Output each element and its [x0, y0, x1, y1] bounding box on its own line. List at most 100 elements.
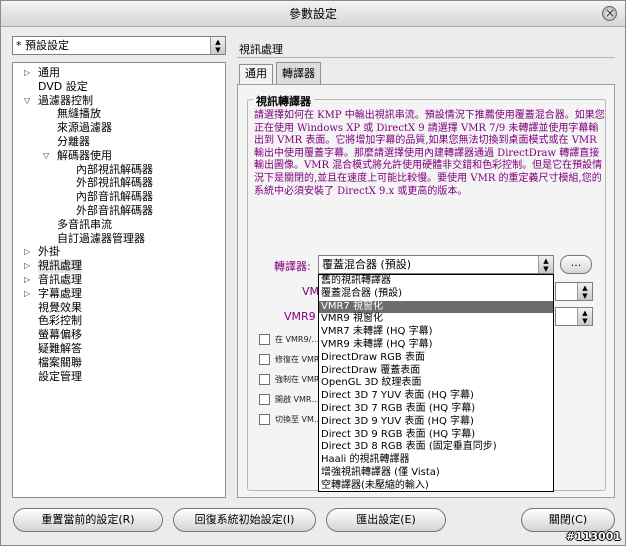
window-title: 參數設定 [288, 7, 337, 21]
tree-item[interactable]: 多音訊串流 [57, 218, 112, 232]
tree-item-label: 多音訊串流 [57, 217, 112, 231]
tree-item-label: 過濾器控制 [38, 93, 93, 107]
updown-arrow-icon[interactable]: ▲ ▼ [538, 256, 553, 273]
renderer-description: 請選擇如何在 KMP 中輸出視訊串流。預設情況下推薦使用覆蓋混合器。如果您正在使… [254, 110, 605, 197]
tree-item[interactable]: 疑難解答 [38, 342, 82, 356]
tab-renderer-label: 轉譯器 [282, 67, 315, 80]
updown-arrow-icon[interactable]: ▲ ▼ [577, 308, 592, 325]
close-button[interactable]: 關閉(C) [521, 508, 615, 532]
tree-item-label: 解碼器使用 [57, 148, 112, 162]
dropdown-option[interactable]: 覆蓋混合器 (預設) [319, 288, 553, 301]
tree-item-label: DVD 設定 [38, 79, 88, 93]
tree-item[interactable]: 內部視訊解碼器 [76, 163, 153, 177]
tree-item-label: 螢幕偏移 [38, 328, 82, 342]
tree-item[interactable]: 分離器 [57, 135, 90, 149]
profile-select-value: * 預設設定 [16, 39, 69, 52]
dropdown-option[interactable]: Direct 3D 7 RGB 表面 (HQ 字幕) [319, 403, 553, 416]
expanded-icon[interactable]: ▽ [43, 149, 53, 163]
divider [237, 57, 615, 58]
dropdown-option[interactable]: Direct 3D 9 RGB 表面 (HQ 字幕) [319, 429, 553, 442]
tree-item-label: 視覺效果 [38, 300, 82, 314]
dropdown-option[interactable]: 增強視訊轉譯器 (僅 Vista) [319, 467, 553, 480]
option-checkbox[interactable] [259, 354, 270, 365]
tree-item-label: 色彩控制 [38, 314, 82, 328]
tab-renderer[interactable]: 轉譯器 [276, 62, 321, 84]
dropdown-option[interactable]: VMR9 未轉譯 (HQ 字幕) [319, 339, 553, 352]
dropdown-option[interactable]: Direct 3D 8 RGB 表面 (固定垂直同步) [319, 441, 553, 454]
watermark: #113001 [565, 530, 621, 543]
tab-general[interactable]: 通用 [239, 64, 273, 84]
tree-item-label: 通用 [38, 66, 60, 79]
tree-item-label: 疑難解答 [38, 342, 82, 355]
restore-defaults-button[interactable]: 回復系統初始設定(I) [173, 508, 316, 532]
collapsed-icon[interactable]: ▷ [24, 66, 34, 80]
tree-item-label: 無縫播放 [57, 107, 101, 121]
vmr9-select[interactable]: ▲ ▼ [555, 307, 593, 326]
option-label: 在 VMR9/… [275, 335, 320, 344]
collapsed-icon[interactable]: ▷ [24, 273, 34, 287]
collapsed-icon[interactable]: ▷ [24, 259, 34, 273]
close-icon[interactable] [602, 0, 617, 26]
reset-settings-button[interactable]: 重置當前的設定(R) [13, 508, 163, 532]
tree-item[interactable]: 色彩控制 [38, 314, 82, 328]
dropdown-option[interactable]: Haali 的視訊轉譯器 [319, 454, 553, 467]
tree-item[interactable]: 無縫播放 [57, 107, 101, 121]
dropdown-option[interactable]: VMR7 視窗化 [319, 300, 553, 314]
panel-title: 視訊處理 [239, 43, 283, 56]
tree-item[interactable]: 設定管理 [38, 370, 82, 384]
updown-arrow-icon[interactable]: ▲ ▼ [577, 283, 592, 300]
tree-item[interactable]: 外部視訊解碼器 [76, 176, 153, 190]
option-label: 開啟 VMR… [275, 395, 320, 404]
tree-item[interactable]: 自訂過濾器管理器 [57, 232, 145, 246]
tree-item[interactable]: DVD 設定 [38, 80, 88, 94]
dropdown-option[interactable]: OpenGL 3D 紋理表面 [319, 377, 553, 390]
tree-item[interactable]: 來源過濾器 [57, 121, 112, 135]
renderer-dropdown-list[interactable]: 舊的視訊轉譯器 覆蓋混合器 (預設) VMR7 視窗化 VMR9 視窗化 VMR7 未轉… [318, 274, 554, 492]
tree-item-label: 設定管理 [38, 369, 82, 383]
dropdown-option[interactable]: DirectDraw 覆蓋表面 [319, 365, 553, 378]
tree-item-label: 字幕處理 [38, 286, 82, 300]
renderer-options-button[interactable]: ... [560, 255, 592, 274]
tree-item[interactable]: ▽ 過濾器控制 [24, 93, 93, 108]
tree-item-label: 外部視訊解碼器 [76, 176, 153, 190]
tree-item[interactable]: 視覺效果 [38, 301, 82, 315]
option-checkbox[interactable] [259, 334, 270, 345]
option-label: 切換至 VM… [275, 415, 322, 424]
tree-item-label: 自訂過濾器管理器 [57, 231, 145, 245]
tree-item[interactable]: ▷ 音訊處理 [24, 273, 82, 287]
tree-item-label: 外掛 [38, 245, 60, 259]
dropdown-option[interactable]: Direct 3D 9 YUV 表面 (HQ 字幕) [319, 416, 553, 429]
vmr-select[interactable]: ▲ ▼ [555, 282, 593, 301]
option-checkbox[interactable] [259, 414, 270, 425]
dropdown-option[interactable]: VMR7 未轉譯 (HQ 字幕) [319, 326, 553, 339]
updown-arrow-icon[interactable]: ▲ ▼ [210, 37, 225, 54]
preferences-window: 參數設定 * 預設設定 ▲▼ ▷通用DVD 設定▽過濾器控制無縫播放來源過濾器分… [0, 0, 626, 546]
tree-item[interactable]: 內部音訊解碼器 [76, 190, 153, 204]
option-checkbox[interactable] [259, 394, 270, 405]
expanded-icon[interactable]: ▽ [24, 94, 34, 108]
tree-item[interactable]: ▷ 字幕處理 [24, 286, 82, 301]
tab-general-label: 通用 [245, 67, 267, 80]
renderer-select[interactable]: 覆蓋混合器 (預設) ▲ ▼ [318, 255, 554, 274]
tree-item[interactable]: ▷ 外掛 [24, 245, 60, 259]
option-checkbox[interactable] [259, 374, 270, 385]
dropdown-option[interactable]: 空轉譯器(未壓縮的輸入) [319, 480, 553, 491]
tree-item[interactable]: 外部音訊解碼器 [76, 204, 153, 218]
collapsed-icon[interactable]: ▷ [24, 287, 34, 301]
export-settings-button[interactable]: 匯出設定(E) [326, 508, 446, 532]
tree-item[interactable]: 檔案關聯 [38, 356, 82, 370]
profile-select[interactable]: * 預設設定 ▲ ▼ [12, 36, 226, 55]
collapsed-icon[interactable]: ▷ [24, 245, 34, 259]
dropdown-option[interactable]: VMR9 視窗化 [319, 313, 553, 326]
tree-item-label: 分離器 [57, 135, 90, 148]
group-title: 視訊轉譯器 [253, 93, 314, 109]
dropdown-option[interactable]: 舊的視訊轉譯器 [319, 275, 553, 288]
dropdown-option[interactable]: DirectDraw RGB 表面 [319, 352, 553, 365]
settings-tree[interactable]: ▷ 通用 DVD 設定 ▽ 過濾器控制 無縫播放 來源過濾器 分離器 ▽ 解碼器使用 內部視訊解碼器… [12, 62, 226, 498]
tree-item[interactable]: 螢幕偏移 [38, 328, 82, 342]
tree-item[interactable]: ▽ 解碼器使用 [43, 148, 112, 163]
tree-item[interactable]: ▷ 視訊處理 [24, 259, 82, 274]
dropdown-option[interactable]: Direct 3D 7 YUV 表面 (HQ 字幕) [319, 390, 553, 403]
tree-item[interactable]: ▷ 通用 [24, 66, 60, 80]
tree-item-label: 視訊處理 [38, 259, 82, 273]
